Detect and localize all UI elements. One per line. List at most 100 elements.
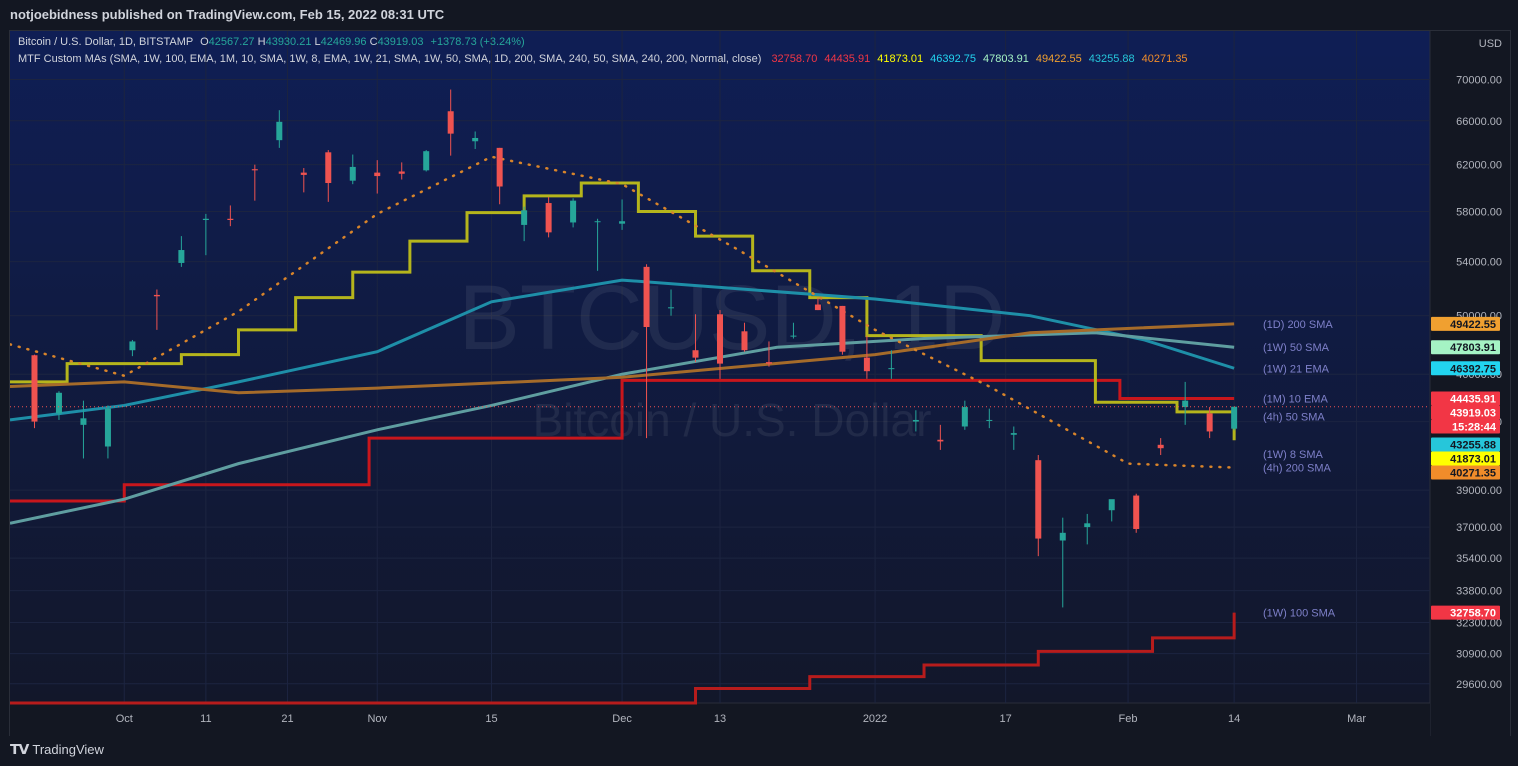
tradingview-logo[interactable]: 𝗧𝗩 TradingView	[10, 741, 104, 758]
ma-line-label: (1M) 10 EMA	[1263, 394, 1328, 406]
y-tick-label: 70000.00	[1456, 74, 1502, 86]
ma-line-label: (1W) 50 SMA	[1263, 342, 1330, 354]
x-tick-label: 21	[281, 713, 293, 725]
indicator-value: 49422.55	[1035, 53, 1082, 65]
candle-body	[986, 419, 993, 421]
x-tick-label: Oct	[116, 713, 133, 725]
indicator-legend[interactable]: MTF Custom MAs (SMA, 1W, 100, EMA, 1M, 1…	[18, 53, 1188, 65]
y-tick-label: 66000.00	[1456, 116, 1502, 128]
indicator-value: 47803.91	[983, 53, 1029, 65]
x-tick-label: 14	[1228, 713, 1240, 725]
candle-body	[227, 218, 234, 220]
price-axis-panel	[1430, 31, 1510, 737]
candle-body	[153, 294, 160, 297]
candle-body	[912, 419, 919, 422]
candle-body	[814, 304, 821, 311]
x-tick-label: Mar	[1347, 713, 1366, 725]
x-tick-label: 11	[200, 713, 211, 725]
candle-body	[251, 169, 258, 171]
candle-body	[300, 172, 307, 175]
candle-body	[1084, 523, 1091, 528]
candle-body	[374, 172, 381, 177]
candle-body	[888, 368, 895, 370]
candle-body	[349, 166, 356, 181]
candle-body	[937, 439, 944, 442]
open-value: 42567.27	[208, 36, 255, 48]
candle-body	[1206, 413, 1213, 432]
y-tick-label: 58000.00	[1456, 206, 1502, 218]
y-tick-label: 33800.00	[1456, 586, 1502, 598]
candle-body	[961, 407, 968, 427]
y-tick-label: 62000.00	[1456, 160, 1502, 172]
x-tick-label: 17	[1000, 713, 1012, 725]
x-tick-label: Feb	[1119, 713, 1138, 725]
x-tick-label: 2022	[863, 713, 887, 725]
price-label-text: 47803.91	[1450, 342, 1496, 354]
candle-body	[594, 221, 601, 223]
tradingview-brand: TradingView	[32, 742, 104, 757]
x-tick-label: Dec	[612, 713, 632, 725]
high-value: 43930.21	[265, 36, 312, 48]
symbol-title: Bitcoin / U.S. Dollar, 1D, BITSTAMP	[18, 36, 194, 48]
candle-body	[643, 266, 650, 328]
candle-body	[178, 250, 185, 263]
x-tick-label: 13	[714, 713, 726, 725]
candle-body	[104, 408, 111, 447]
price-label-text: 49422.55	[1450, 319, 1496, 331]
candle-body	[325, 152, 332, 184]
price-label-text: 43255.88	[1450, 440, 1496, 452]
candle-body	[447, 111, 454, 134]
indicator-values: 32758.70 44435.91 41873.01 46392.75 47803.91…	[764, 53, 1187, 65]
candle-body	[839, 305, 846, 352]
symbol-legend[interactable]: Bitcoin / U.S. Dollar, 1D, BITSTAMP O425…	[18, 36, 525, 48]
candle-body	[668, 307, 675, 309]
candle-body	[1108, 499, 1115, 511]
candle-body	[790, 335, 797, 337]
candle-body	[717, 314, 723, 364]
candle-body	[80, 418, 87, 425]
candle-body	[1231, 406, 1238, 429]
change-value: +1378.73 (+3.24%)	[430, 36, 525, 48]
price-label-text: 43919.03	[1450, 408, 1496, 420]
low-value: 42469.96	[320, 36, 367, 48]
candle-body	[55, 392, 62, 414]
candle-body	[619, 221, 626, 224]
price-label-text: 46392.75	[1450, 363, 1496, 375]
price-label-text: 32758.70	[1450, 608, 1496, 620]
open-label: O	[200, 36, 209, 48]
price-label-text: 44435.91	[1450, 394, 1496, 406]
tradingview-logo-icon: 𝗧𝗩	[10, 741, 29, 757]
indicator-value: 43255.88	[1088, 53, 1135, 65]
publish-header: notjoebidness published on TradingView.c…	[0, 0, 1518, 30]
ma-line-label: (1W) 8 SMA	[1263, 449, 1324, 461]
ma-line-label: (1W) 21 EMA	[1263, 363, 1330, 375]
candle-body	[423, 151, 430, 171]
y-tick-label: 39000.00	[1456, 485, 1502, 497]
y-tick-label: 37000.00	[1456, 522, 1502, 534]
candle-body	[129, 341, 136, 351]
price-label-text: 40271.35	[1450, 468, 1496, 480]
candle-body	[31, 355, 38, 422]
ma-line-label: (4h) 200 SMA	[1263, 463, 1332, 475]
candle-body	[521, 210, 528, 225]
price-chart[interactable]: 70000.00 66000.00 62000.00 58000.00 54000.00…	[10, 31, 1510, 737]
candle-body	[1035, 460, 1042, 539]
close-label: C	[369, 36, 378, 48]
candle-body	[1182, 400, 1189, 408]
candle-body	[496, 147, 503, 187]
candle-body	[863, 357, 870, 372]
candle-body	[1157, 444, 1164, 449]
indicator-value: 46392.75	[930, 53, 976, 65]
chart-panel[interactable]: 70000.00 66000.00 62000.00 58000.00 54000.00…	[9, 30, 1511, 738]
candle-body	[765, 362, 772, 364]
footer: 𝗧𝗩 TradingView	[0, 736, 1518, 766]
ma-line-label: (4h) 50 SMA	[1263, 412, 1325, 424]
candle-body	[1010, 433, 1017, 435]
y-tick-label: 54000.00	[1456, 257, 1502, 269]
price-label-text: 15:28:44	[1452, 422, 1497, 434]
ma-line-label: (1W) 100 SMA	[1263, 608, 1336, 620]
candle-body	[545, 203, 552, 233]
x-tick-label: Nov	[367, 713, 387, 725]
y-tick-label: 29600.00	[1456, 679, 1502, 691]
close-value: 43919.03	[377, 36, 424, 48]
